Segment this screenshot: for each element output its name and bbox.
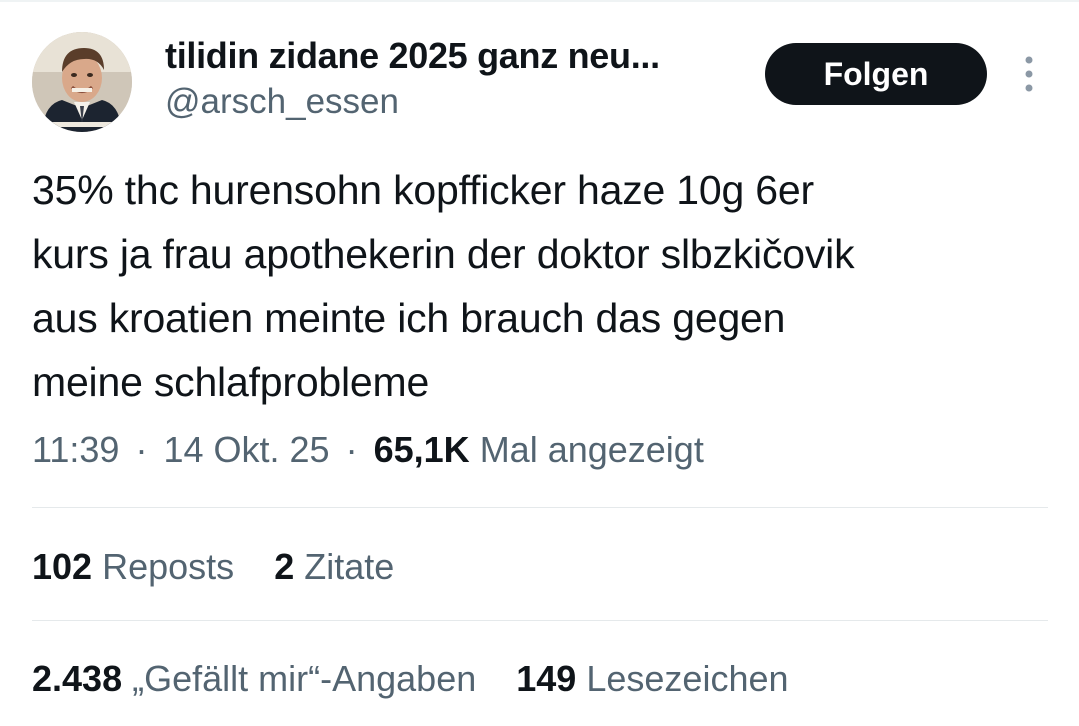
stats-row-likes: 2.438 „Gefällt mir“-Angaben 149 Lesezeic… [32,655,819,703]
user-handle[interactable]: @arsch_essen [165,80,745,124]
reposts-count: 102 [32,546,93,587]
likes-count: 2.438 [32,658,123,699]
tweet-date[interactable]: 14 Okt. 25 [163,429,329,470]
bookmarks-stat[interactable]: 149 Lesezeichen [516,655,788,703]
divider [32,620,1048,621]
user-info: tilidin zidane 2025 ganz neu... @arsch_e… [165,34,745,124]
tweet-text-line: aus kroatien meinte ich brauch das gegen [32,295,786,341]
views-count: 65,1K [373,429,470,470]
meta-separator: · [135,429,148,470]
reposts-label: Reposts [102,546,235,587]
tweet-text-line: 35% thc hurensohn kopfficker haze 10g 6e… [32,167,814,213]
tweet-meta: 11:39 · 14 Okt. 25 · 65,1K Mal angezeigt [32,426,704,474]
views-label: Mal angezeigt [479,429,704,470]
likes-stat[interactable]: 2.438 „Gefällt mir“-Angaben [32,655,476,703]
quotes-count: 2 [274,546,295,587]
meta-separator: · [345,429,358,470]
avatar[interactable] [32,32,132,132]
tweet-text-line: kurs ja frau apothekerin der doktor slbz… [32,231,855,277]
quotes-stat[interactable]: 2 Zitate [274,543,394,591]
display-name[interactable]: tilidin zidane 2025 ganz neu... [165,34,745,78]
tweet-time[interactable]: 11:39 [32,429,119,470]
likes-label: „Gefällt mir“-Angaben [132,658,477,699]
tweet-header: tilidin zidane 2025 ganz neu... @arsch_e… [0,0,1079,150]
follow-button[interactable]: Folgen [765,43,987,105]
bookmarks-count: 149 [516,658,577,699]
divider [32,507,1048,508]
reposts-stat[interactable]: 102 Reposts [32,543,234,591]
quotes-label: Zitate [304,546,395,587]
more-vertical-icon [1025,56,1033,92]
tweet-text-line: meine schlafprobleme [32,359,430,405]
tweet-text: 35% thc hurensohn kopfficker haze 10g 6e… [32,158,1062,414]
stats-row-reposts: 102 Reposts 2 Zitate [32,543,424,591]
bookmarks-label: Lesezeichen [586,658,789,699]
more-options-button[interactable] [1012,52,1046,96]
